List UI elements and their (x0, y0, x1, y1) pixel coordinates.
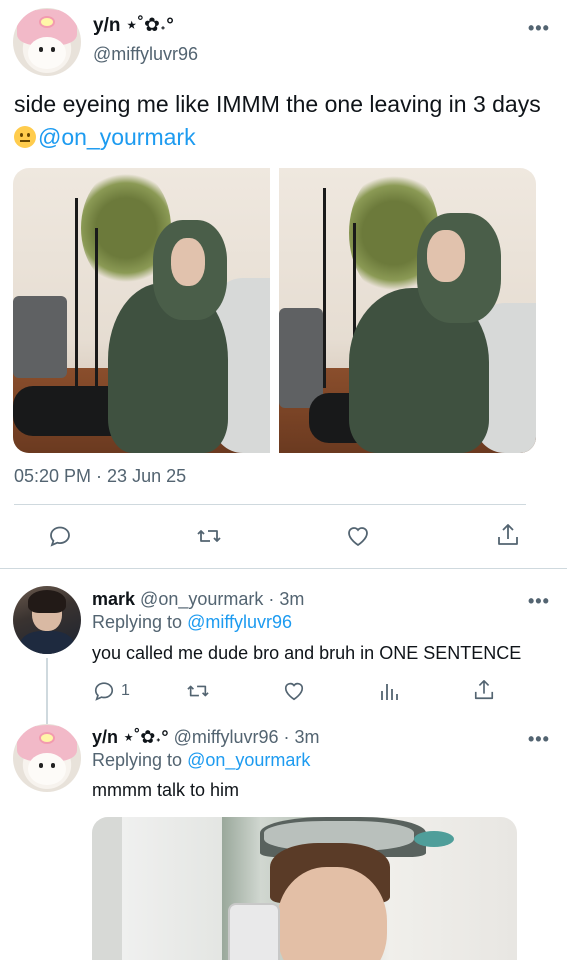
share-icon (474, 680, 494, 700)
more-options-button[interactable]: ••• (528, 729, 550, 750)
replying-to: Replying to @miffyluvr96 (92, 612, 292, 633)
heart-icon (348, 527, 368, 547)
handle-time[interactable]: @miffyluvr96 · 3m (174, 727, 320, 747)
avatar[interactable] (13, 586, 81, 654)
display-name[interactable]: y/n ⋆˚✿˖° (92, 727, 169, 747)
reply-button[interactable] (48, 524, 72, 548)
divider (0, 568, 567, 569)
more-options-button[interactable]: ••• (528, 18, 550, 39)
reply-count: 1 (121, 682, 130, 699)
tweet-body: side eyeing me like IMMM the one leaving… (14, 91, 541, 117)
share-button[interactable] (496, 522, 520, 548)
reply-icon (94, 682, 114, 701)
mention-link[interactable]: @on_yourmark (38, 124, 196, 150)
divider (14, 504, 526, 505)
replying-label: Replying to (92, 612, 188, 632)
display-name[interactable]: mark (92, 589, 135, 609)
tweet-text: side eyeing me like IMMM the one leaving… (14, 88, 549, 154)
tweet-photo-1[interactable] (13, 168, 270, 453)
reply-icon (50, 526, 70, 547)
reply-button[interactable]: 1 (93, 680, 130, 702)
like-button[interactable] (282, 680, 306, 702)
retweet-icon (197, 530, 221, 542)
reply-header: y/n ⋆˚✿˖° @miffyluvr96 · 3m (92, 727, 320, 748)
analytics-icon (381, 684, 398, 700)
more-options-button[interactable]: ••• (528, 591, 550, 612)
share-button[interactable] (473, 678, 495, 702)
retweet-icon (187, 685, 209, 697)
reply-text: you called me dude bro and bruh in ONE S… (92, 643, 522, 663)
replying-to: Replying to @on_yourmark (92, 750, 310, 771)
retweet-button[interactable] (186, 680, 210, 702)
analytics-button[interactable] (379, 680, 401, 702)
tweet-photo-2[interactable] (279, 168, 536, 453)
display-name[interactable]: y/n ⋆˚✿˖° (93, 14, 174, 37)
reply-header: mark @on_yourmark · 3m (92, 589, 304, 610)
avatar[interactable] (13, 8, 81, 76)
handle[interactable]: @miffyluvr96 (93, 44, 198, 65)
reply-text: mmmm talk to him (92, 780, 240, 800)
neutral-face-icon (14, 126, 36, 148)
replying-to-link[interactable]: @on_yourmark (187, 750, 310, 770)
avatar[interactable] (13, 724, 81, 792)
retweet-button[interactable] (196, 524, 222, 548)
heart-icon (284, 682, 304, 701)
reply-photo[interactable] (92, 817, 517, 960)
replying-label: Replying to (92, 750, 188, 770)
share-icon (498, 524, 518, 545)
thread-line (46, 658, 48, 730)
replying-to-link[interactable]: @miffyluvr96 (187, 612, 292, 632)
timestamp[interactable]: 05:20 PM · 23 Jun 25 (14, 466, 186, 487)
like-button[interactable] (345, 524, 371, 548)
handle-time[interactable]: @on_yourmark · 3m (140, 589, 304, 609)
